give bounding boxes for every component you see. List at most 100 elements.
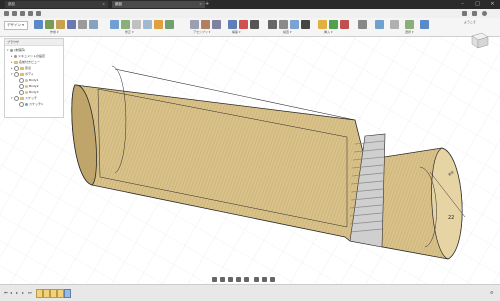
as-built-joint-icon[interactable]: [212, 20, 221, 29]
insert-canvas-icon[interactable]: [329, 20, 338, 29]
browser-item-label: Body3: [29, 90, 39, 94]
visibility-icon[interactable]: [19, 101, 24, 107]
view-cube[interactable]: [468, 30, 490, 50]
browser-item-label: 原点: [25, 66, 32, 70]
close-icon[interactable]: ×: [102, 1, 105, 8]
skip-end-icon[interactable]: ⏭: [28, 291, 32, 295]
measure-icon[interactable]: [268, 20, 277, 29]
axis-icon[interactable]: [239, 20, 248, 29]
gear-icon: [14, 54, 17, 58]
sketch-icon: [25, 102, 28, 106]
timeline-feature[interactable]: [36, 289, 43, 298]
window-select-icon[interactable]: [390, 20, 399, 29]
skip-start-icon[interactable]: ⏮: [4, 291, 8, 295]
browser-item-label: ドキュメントの設定: [18, 54, 46, 58]
inspect-menu[interactable]: 検査 ▾: [283, 30, 291, 34]
dimension-value: 22: [448, 215, 454, 221]
maximize-button[interactable]: □: [470, 0, 485, 9]
chamfer-icon[interactable]: [132, 20, 141, 29]
workspace-selector[interactable]: デザイン ▾: [4, 21, 28, 30]
orbit-icon[interactable]: [212, 277, 217, 282]
new-sketch-icon[interactable]: [34, 20, 43, 29]
visibility-icon[interactable]: [19, 77, 24, 83]
timeline-bar: ⏮ ◂ ▸ ▸ ⏭ ⚙: [0, 284, 500, 301]
scale-icon[interactable]: [165, 20, 174, 29]
browser-item-label: Body2: [29, 84, 39, 88]
display-settings-icon[interactable]: [254, 277, 259, 282]
close-window-button[interactable]: ×: [485, 0, 500, 9]
browser-panel: ブラウザ ▾ (未保存) ▸ ドキュメントの設定 ▸ 名前付きビュー ▸ 原点 ▾ ボディ…: [4, 38, 64, 118]
folder-icon: [20, 96, 24, 100]
sweep-icon[interactable]: [67, 20, 76, 29]
folder-icon: [14, 60, 18, 64]
hole-icon[interactable]: [78, 20, 87, 29]
timeline-feature[interactable]: [50, 289, 57, 298]
appearance-icon[interactable]: [405, 20, 414, 29]
select-icon[interactable]: [358, 20, 367, 29]
navigation-bar: [212, 276, 290, 283]
fillet-icon[interactable]: [121, 20, 130, 29]
construct-menu[interactable]: 構築 ▾: [232, 30, 240, 34]
document-tab-1[interactable]: 部品 ×: [5, 1, 108, 8]
look-at-icon[interactable]: [220, 277, 225, 282]
combine-icon[interactable]: [154, 20, 163, 29]
help-icon[interactable]: [472, 11, 477, 16]
visibility-icon[interactable]: [14, 65, 19, 71]
shell-icon[interactable]: [143, 20, 152, 29]
file-menu-icon[interactable]: [12, 11, 17, 16]
undo-icon[interactable]: [28, 11, 33, 16]
new-component-icon[interactable]: [190, 20, 199, 29]
offset-plane-icon[interactable]: [228, 20, 237, 29]
document-tab-2[interactable]: 部品 ×: [112, 1, 205, 8]
viewports-icon[interactable]: [270, 277, 275, 282]
construct-plane-icon[interactable]: [375, 20, 384, 29]
insert-mesh-icon[interactable]: [340, 20, 349, 29]
assemble-menu[interactable]: アセンブリ ▾: [193, 30, 210, 34]
data-panel-icon[interactable]: [4, 11, 9, 16]
tab-label: 部品: [115, 2, 122, 6]
timeline-feature[interactable]: [57, 289, 64, 298]
avatar[interactable]: [482, 11, 487, 16]
insert-menu[interactable]: 挿入 ▾: [324, 30, 332, 34]
press-pull-icon[interactable]: [110, 20, 119, 29]
create-menu[interactable]: 作成 ▾: [50, 30, 58, 34]
pattern-icon[interactable]: [89, 20, 98, 29]
select-menu[interactable]: 選択 ▾: [405, 30, 413, 34]
fit-icon[interactable]: [244, 277, 249, 282]
sum-icon[interactable]: [301, 20, 310, 29]
modify-menu[interactable]: 修正 ▾: [125, 30, 133, 34]
grid-settings-icon[interactable]: [262, 277, 267, 282]
physical-material-icon[interactable]: [420, 20, 429, 29]
browser-header: ブラウザ: [5, 39, 63, 46]
minimize-button[interactable]: –: [455, 0, 470, 9]
visibility-icon[interactable]: [14, 95, 19, 101]
browser-item-label: スケッチ1: [29, 102, 43, 106]
redo-icon[interactable]: [36, 11, 41, 16]
step-back-icon[interactable]: ◂: [10, 291, 14, 295]
visibility-icon[interactable]: [19, 83, 24, 89]
interference-icon[interactable]: [279, 20, 288, 29]
extrude-icon[interactable]: [45, 20, 54, 29]
viewport-canvas[interactable]: 22 直径: [0, 37, 500, 284]
play-icon[interactable]: ▸: [16, 291, 20, 295]
browser-item-label: (未保存): [14, 48, 26, 52]
timeline-feature[interactable]: [43, 289, 50, 298]
new-tab-button[interactable]: +: [205, 1, 209, 8]
point-icon[interactable]: [250, 20, 259, 29]
timeline-feature[interactable]: [64, 289, 71, 298]
revolve-icon[interactable]: [56, 20, 65, 29]
browser-item-sketch1[interactable]: スケッチ1: [19, 101, 43, 107]
close-icon[interactable]: ×: [199, 1, 202, 8]
zoom-icon[interactable]: [236, 277, 241, 282]
insert-decal-icon[interactable]: [318, 20, 327, 29]
visibility-icon[interactable]: [14, 71, 19, 77]
section-analysis-icon[interactable]: [290, 20, 299, 29]
save-icon[interactable]: [20, 11, 25, 16]
document-icon: [10, 48, 13, 52]
gear-icon[interactable]: ⚙: [490, 291, 494, 295]
visibility-icon[interactable]: [19, 89, 24, 95]
step-forward-icon[interactable]: ▸: [22, 291, 26, 295]
joint-icon[interactable]: [201, 20, 210, 29]
notification-icon[interactable]: [462, 11, 467, 16]
pan-icon[interactable]: [228, 277, 233, 282]
